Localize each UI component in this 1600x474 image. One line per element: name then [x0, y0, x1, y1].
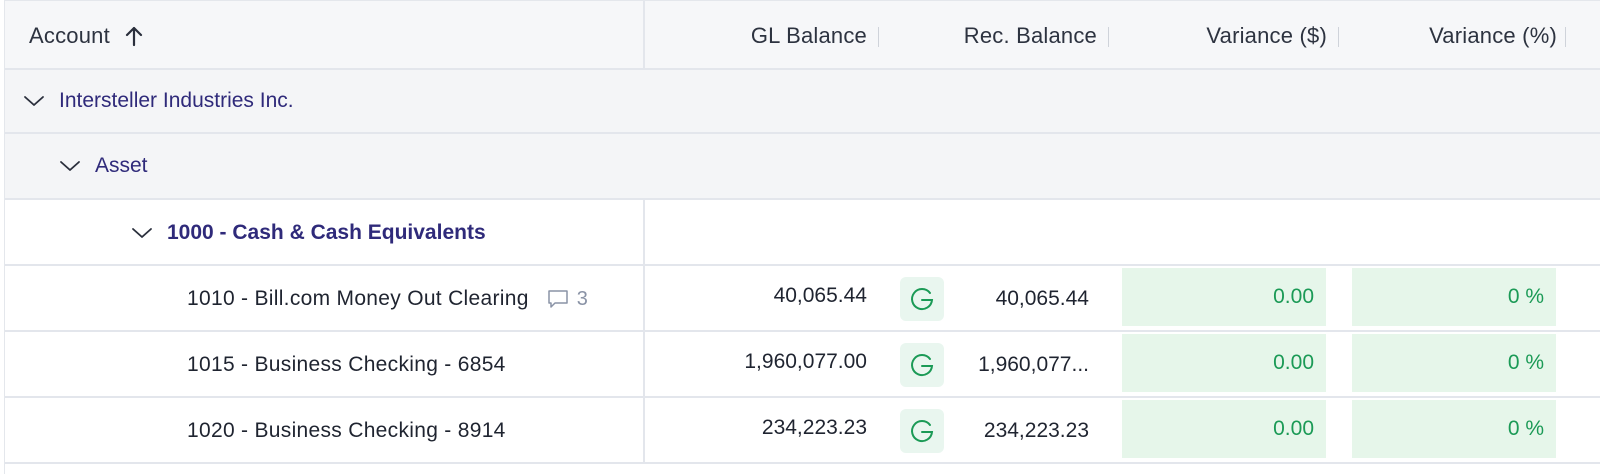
variance-dollar-value: 0.00 — [1122, 268, 1326, 326]
column-header-variance-dollar-label: Variance ($) — [1206, 23, 1327, 48]
rec-balance-value: 234,223.23 — [983, 419, 1089, 442]
comment-icon — [547, 290, 568, 308]
arrow-up-icon[interactable] — [124, 25, 144, 47]
column-header-gl-balance[interactable]: GL Balance — [665, 1, 867, 71]
column-divider — [643, 1, 645, 69]
gl-balance-value: 1,960,077.00 — [744, 350, 867, 373]
variance-dollar-value: 0.00 — [1122, 400, 1326, 458]
reconciliation-grid: Account GL Balance Rec. Balance Variance… — [4, 0, 1600, 474]
table-row[interactable]: 1020 - Business Checking - 8914 234,223.… — [5, 398, 1600, 464]
comment-count[interactable]: 3 — [547, 288, 588, 311]
group-row-parent-account[interactable]: 1000 - Cash & Cash Equivalents — [5, 200, 1600, 266]
column-divider — [643, 200, 645, 264]
column-divider — [643, 332, 645, 396]
column-header-rec-balance[interactable]: Rec. Balance — [895, 1, 1097, 71]
column-header-variance-dollar[interactable]: Variance ($) — [1125, 1, 1327, 71]
variance-pct-value: 0 % — [1352, 268, 1556, 326]
column-header-account-label: Account — [29, 23, 110, 48]
column-resize-handle[interactable] — [1565, 27, 1566, 47]
table-row[interactable]: 1015 - Business Checking - 6854 1,960,07… — [5, 332, 1600, 398]
gl-balance-value: 40,065.44 — [773, 284, 867, 307]
column-divider — [643, 266, 645, 330]
rec-balance-value: 40,065.44 — [995, 287, 1089, 310]
column-header-gl-balance-label: GL Balance — [750, 23, 867, 48]
group-row-entity[interactable]: Intersteller Industries Inc. — [5, 70, 1600, 134]
variance-pct-value: 0 % — [1352, 400, 1556, 458]
grid-header: Account GL Balance Rec. Balance Variance… — [5, 0, 1600, 70]
g-badge-icon[interactable] — [900, 277, 944, 321]
column-resize-handle[interactable] — [1108, 27, 1109, 47]
g-badge-icon[interactable] — [900, 343, 944, 387]
column-divider — [643, 398, 645, 464]
group-row-type[interactable]: Asset — [5, 134, 1600, 200]
table-row[interactable]: 1010 - Bill.com Money Out Clearing 3 40,… — [5, 266, 1600, 332]
account-name: 1015 - Business Checking - 6854 — [187, 353, 506, 376]
account-name: 1010 - Bill.com Money Out Clearing — [187, 287, 529, 310]
gl-balance-value: 234,223.23 — [761, 416, 867, 439]
column-header-variance-pct[interactable]: Variance (%) — [1355, 1, 1557, 71]
column-resize-handle[interactable] — [1338, 27, 1339, 47]
column-resize-handle[interactable] — [878, 27, 879, 47]
variance-dollar-value: 0.00 — [1122, 334, 1326, 392]
variance-pct-value: 0 % — [1352, 334, 1556, 392]
chevron-down-icon[interactable] — [23, 94, 45, 108]
group-label-type: Asset — [95, 154, 148, 177]
chevron-down-icon[interactable] — [59, 159, 81, 173]
column-header-rec-balance-label: Rec. Balance — [963, 23, 1097, 48]
rec-balance-value: 1,960,077... — [978, 353, 1089, 376]
comment-count-value: 3 — [576, 287, 589, 310]
column-header-account[interactable]: Account — [29, 1, 144, 71]
column-header-variance-pct-label: Variance (%) — [1429, 23, 1557, 48]
chevron-down-icon[interactable] — [131, 226, 153, 240]
account-name: 1020 - Business Checking - 8914 — [187, 419, 506, 442]
group-label-parent-account: 1000 - Cash & Cash Equivalents — [167, 221, 486, 244]
group-label-entity: Intersteller Industries Inc. — [59, 89, 294, 112]
g-badge-icon[interactable] — [900, 409, 944, 453]
